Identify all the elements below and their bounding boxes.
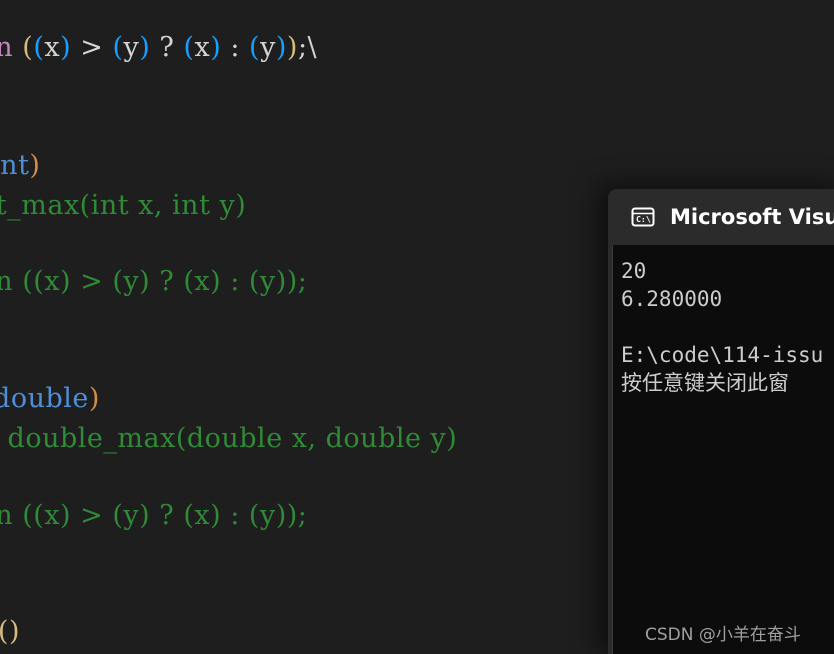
console-output-area[interactable]: 20 6.280000 E:\code\114-issu 按任意键关闭此窗 bbox=[612, 245, 834, 654]
code-token: urn bbox=[0, 32, 14, 63]
code-token: ( bbox=[22, 32, 34, 63]
code-line: (int) bbox=[0, 152, 40, 179]
code-token: ) bbox=[8, 616, 20, 647]
code-token: nt_max(int x, int y) bbox=[0, 190, 247, 221]
code-token: ( bbox=[183, 32, 195, 63]
code-line: (double) bbox=[0, 385, 100, 412]
code-token: ( bbox=[0, 616, 9, 647]
code-token: ) bbox=[275, 32, 287, 63]
console-title-text: Microsoft Visual bbox=[670, 205, 834, 229]
code-token: urn ((x) > (y) ? (x) : (y)); bbox=[0, 266, 308, 297]
svg-text:C:\: C:\ bbox=[636, 214, 651, 224]
code-line: urn ((x) > (y) ? (x) : (y)); bbox=[0, 502, 307, 529]
code-token: > bbox=[71, 32, 113, 63]
code-token: x bbox=[194, 32, 211, 63]
code-line: urn ((x) > (y) ? (x) : (y));\ bbox=[0, 34, 317, 61]
code-token: x bbox=[44, 32, 61, 63]
console-titlebar[interactable]: C:\ Microsoft Visual bbox=[608, 189, 834, 245]
code-token: ) bbox=[210, 32, 222, 63]
screenshot-root: urn ((x) > (y) ? (x) : (y));\(int)nt_max… bbox=[0, 0, 834, 654]
console-prompt-line: 按任意键关闭此窗 bbox=[621, 371, 789, 395]
debug-console-window[interactable]: C:\ Microsoft Visual 20 6.280000 E:\code… bbox=[608, 189, 834, 654]
csdn-watermark: CSDN @小羊在奋斗 bbox=[645, 625, 801, 645]
code-token: y bbox=[123, 32, 140, 63]
console-output-line: 20 bbox=[621, 259, 647, 283]
code-token: ( bbox=[249, 32, 261, 63]
code-token: y bbox=[260, 32, 276, 63]
code-token: ( bbox=[112, 32, 124, 63]
code-line: urn ((x) > (y) ? (x) : (y)); bbox=[0, 268, 307, 295]
code-token: ( bbox=[33, 32, 45, 63]
code-token: ) bbox=[286, 32, 298, 63]
code-line: n() bbox=[0, 618, 20, 645]
console-output-line: 6.280000 bbox=[621, 287, 723, 311]
code-token: : bbox=[221, 32, 250, 63]
code-line: nt_max(int x, int y) bbox=[0, 192, 246, 219]
code-token: urn ((x) > (y) ? (x) : (y)); bbox=[0, 500, 308, 531]
console-path-line: E:\code\114-issu bbox=[621, 343, 824, 367]
command-prompt-icon: C:\ bbox=[631, 207, 655, 227]
code-token: ) bbox=[29, 150, 41, 181]
code-token: int bbox=[0, 150, 30, 181]
code-token: e double_max(double x, double y) bbox=[0, 423, 458, 454]
code-line: e double_max(double x, double y) bbox=[0, 425, 457, 452]
code-token: ? bbox=[150, 32, 184, 63]
code-token: ) bbox=[60, 32, 72, 63]
code-token: double bbox=[0, 383, 89, 414]
code-token: ) bbox=[139, 32, 151, 63]
code-token: ;\ bbox=[297, 32, 318, 63]
code-token: ) bbox=[88, 383, 100, 414]
